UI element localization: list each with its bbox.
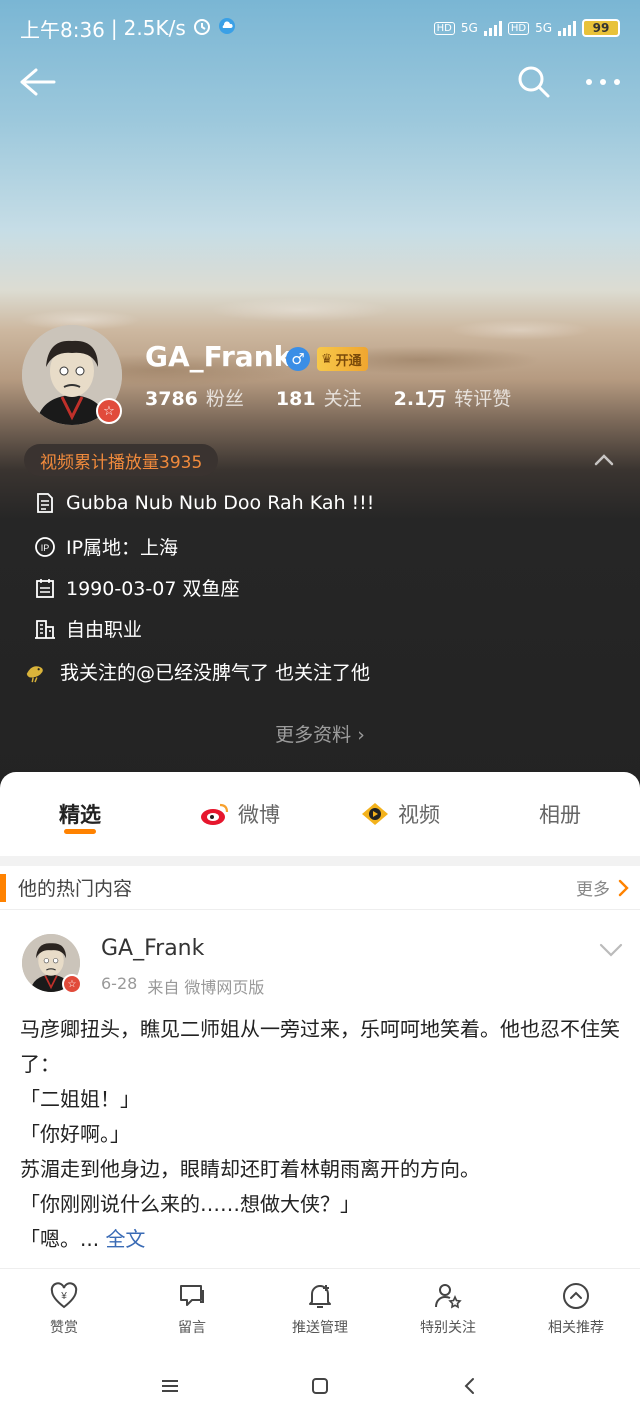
hd-badge: HD xyxy=(433,21,455,35)
battery-icon: 99 xyxy=(582,19,620,37)
status-bar: 上午8:36 | 2.5K/s HD 5G HD 5G 99 xyxy=(0,0,640,56)
hd-badge: HD xyxy=(507,21,530,35)
verified-badge-icon: ☆ xyxy=(62,974,82,994)
post-date: 6-28 xyxy=(101,974,138,993)
video-plays-badge[interactable]: 视频累计播放量3935 xyxy=(24,444,219,476)
chevron-up-icon[interactable] xyxy=(590,448,618,472)
bird-icon xyxy=(24,661,46,683)
special-follow-icon xyxy=(435,1283,462,1308)
reward-button[interactable]: ¥ 赞赏 xyxy=(0,1269,128,1348)
ip-text: IP属地：上海 xyxy=(66,537,179,559)
full-text-link[interactable]: 全文 xyxy=(105,1227,145,1251)
cloud-icon xyxy=(218,16,236,40)
back-nav-icon[interactable] xyxy=(455,1371,485,1401)
status-speed: 2.5K/s xyxy=(123,16,186,40)
bell-icon xyxy=(309,1284,331,1308)
hot-more-link[interactable]: 更多 xyxy=(576,875,630,900)
message-icon xyxy=(180,1284,204,1306)
svg-text:IP: IP xyxy=(41,543,50,553)
document-icon xyxy=(34,492,56,514)
search-icon[interactable] xyxy=(514,62,554,102)
post-line: 「你刚刚说什么来的……想做大侠？」 xyxy=(20,1192,360,1216)
video-icon xyxy=(360,801,390,827)
ip-row: IP IP属地：上海 xyxy=(34,533,178,560)
hot-content-header: 他的热门内容 更多 xyxy=(0,866,640,910)
tab-video[interactable]: 视频 xyxy=(320,772,480,856)
post-line: 「二姐姐！」 xyxy=(20,1087,140,1111)
active-tab-indicator xyxy=(64,829,96,834)
bio-row: Gubba Nub Nub Doo Rah Kah !!! xyxy=(34,492,374,514)
followers-stat[interactable]: 3786 粉丝 xyxy=(145,384,244,411)
alarm-icon xyxy=(192,16,212,41)
vip-label: 开通 xyxy=(335,353,362,369)
signal-icon xyxy=(558,20,576,36)
section-divider xyxy=(0,856,640,866)
profile-actions: ¥ 赞赏 留言 推送管理 特别关注 相关推荐 xyxy=(0,1268,640,1348)
mutual-follow-text: 我关注的@已经没脾气了 也关注了他 xyxy=(60,662,371,684)
occupation-text: 自由职业 xyxy=(66,619,143,641)
accent-bar xyxy=(0,873,6,902)
profile-tabs: 精选 微博 视频 相册 xyxy=(0,772,640,856)
chevron-right-icon xyxy=(618,879,629,896)
post-meta: 6-28 来自 微博网页版 xyxy=(101,974,264,998)
post-body[interactable]: 马彦卿扭头，瞧见二师姐从一旁过来，乐呵呵地笑着。他也忍不住笑了： 「二姐姐！」 … xyxy=(20,1012,620,1257)
system-nav xyxy=(0,1350,640,1422)
home-icon[interactable] xyxy=(305,1371,335,1401)
mutual-follow-row[interactable]: 我关注的@已经没脾气了 也关注了他 xyxy=(24,658,370,685)
ip-icon: IP xyxy=(34,536,56,558)
menu-icon[interactable] xyxy=(155,1371,185,1401)
birthday-row: 1990-03-07 双鱼座 xyxy=(34,574,239,601)
bio-text: Gubba Nub Nub Doo Rah Kah !!! xyxy=(66,492,375,514)
network-label: 5G xyxy=(460,21,478,35)
message-button[interactable]: 留言 xyxy=(128,1269,256,1348)
tab-weibo[interactable]: 微博 xyxy=(160,772,320,856)
recommend-button[interactable]: 相关推荐 xyxy=(512,1269,640,1348)
more-info-link[interactable]: 更多资料 › xyxy=(0,720,640,747)
status-time: 上午8:36 xyxy=(20,17,105,42)
post-author[interactable]: GA_Frank xyxy=(101,936,204,961)
post-line: 「嗯。... 全文 xyxy=(20,1227,146,1251)
crown-icon: ♛ xyxy=(321,351,333,367)
vip-badge[interactable]: ♛ 开通 xyxy=(317,347,368,371)
verified-badge-icon: ☆ xyxy=(96,398,122,424)
likes-stat[interactable]: 2.1万 转评赞 xyxy=(394,384,512,411)
tab-featured[interactable]: 精选 xyxy=(0,772,160,856)
birthday-text: 1990-03-07 双鱼座 xyxy=(66,578,240,600)
network-label: 5G xyxy=(535,21,552,35)
following-stat[interactable]: 181 关注 xyxy=(276,384,362,411)
post-line: 「你好啊。」 xyxy=(20,1122,130,1146)
male-icon: ♂ xyxy=(286,347,310,371)
weibo-icon xyxy=(200,801,230,827)
back-button[interactable] xyxy=(18,64,58,100)
recommend-icon xyxy=(563,1282,589,1309)
post-line: 苏湄走到他身边，眼睛却还盯着林朝雨离开的方向。 xyxy=(20,1157,480,1181)
chevron-down-icon[interactable] xyxy=(598,940,624,960)
tab-album[interactable]: 相册 xyxy=(480,772,640,856)
more-icon[interactable] xyxy=(580,62,626,102)
profile-stats: 3786 粉丝 181 关注 2.1万 转评赞 xyxy=(145,384,511,411)
top-nav xyxy=(0,56,640,108)
profile-username: GA_Frank xyxy=(145,340,293,373)
svg-text:¥: ¥ xyxy=(60,1291,67,1302)
special-follow-button[interactable]: 特别关注 xyxy=(384,1269,512,1348)
signal-icon xyxy=(483,20,502,36)
post-line: 马彦卿扭头，瞧见二师姐从一旁过来，乐呵呵地笑着。他也忍不住笑了： xyxy=(20,1017,620,1076)
calendar-icon xyxy=(34,577,56,599)
hot-content-title: 他的热门内容 xyxy=(18,878,133,900)
reward-icon: ¥ xyxy=(50,1281,78,1308)
post-source: 来自 微博网页版 xyxy=(147,978,265,997)
building-icon xyxy=(34,618,56,640)
push-settings-button[interactable]: 推送管理 xyxy=(256,1269,384,1348)
occupation-row: 自由职业 xyxy=(34,615,142,642)
